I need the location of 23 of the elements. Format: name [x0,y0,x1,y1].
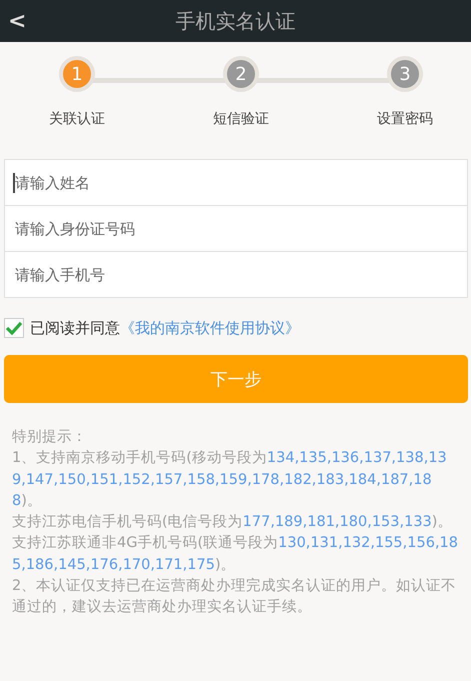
back-button[interactable]: < [0,8,34,34]
window-title: 手机实名认证 [176,8,296,34]
input-field[interactable]: 请输入身份证号码 [15,220,457,238]
form-field[interactable]: 请输入姓名 [4,159,468,206]
input-field[interactable]: 请输入手机号 [15,266,457,284]
input-field[interactable]: 请输入姓名 [15,174,457,192]
step-label: 短信验证 [213,110,269,128]
agree-text: 已阅读并同意 [30,318,120,338]
step-label: 关联认证 [49,110,105,128]
notice-heading: 特别提示： [12,428,88,447]
notice-text: 支持江苏电信手机号码(电信号段为 177,189,181,180,153,133)。 [12,512,454,532]
notice-text: 2、本认证仅支持已在运营商处办理完成实名认证的用户。如认证不通过的，建议去运营商处办理实名认证手续。 [12,576,458,618]
form-field[interactable]: 请输入手机号 [4,251,468,298]
step-number: 1 [59,56,95,92]
agreement-link[interactable]: 《我的南京软件使用协议》 [120,318,300,338]
notice-text: 支持江苏联通非4G手机号码(联通号段为 130,131,132,155,156,185,186,145,176,170,171,175)。 [12,534,459,575]
form-field[interactable]: 请输入身份证号码 [4,205,468,252]
next-button[interactable]: 下一步 [4,355,468,403]
step-number: 3 [387,56,423,92]
notice-text: 1、支持南京移动手机号码(移动号段为 134,135,136,137,138,139,147,150,151,152,157,158,159,178,182,183,184,187,188)。 [12,448,448,511]
step-number: 2 [223,56,259,92]
step-label: 设置密码 [377,110,433,128]
agree-checkbox[interactable] [4,318,24,338]
